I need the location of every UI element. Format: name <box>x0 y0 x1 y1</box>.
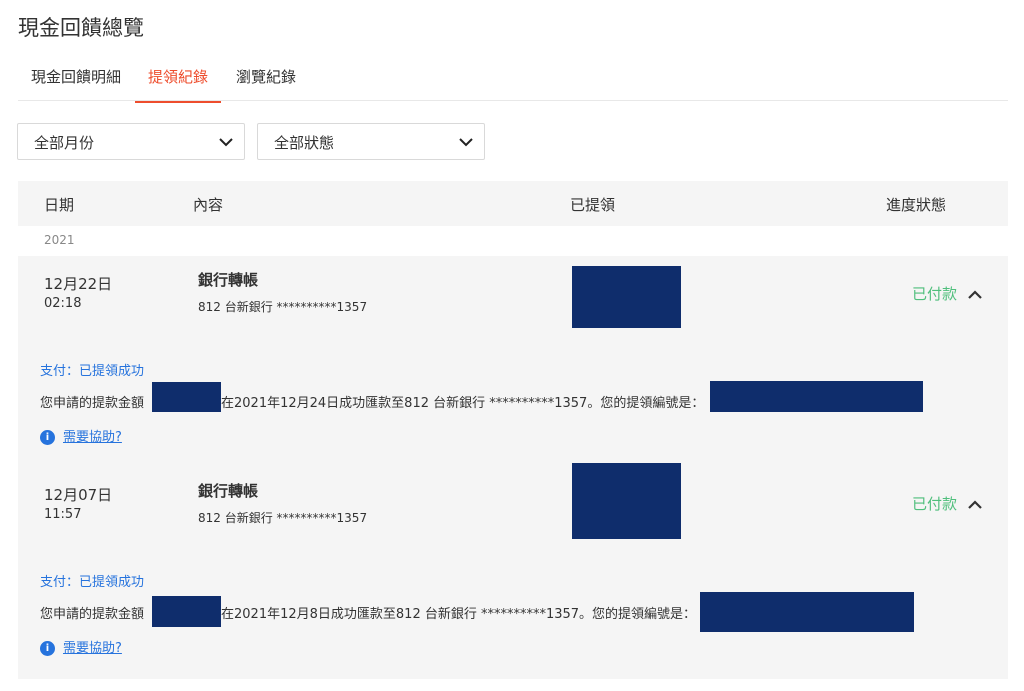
month-filter-select[interactable]: 全部月份 <box>17 123 245 160</box>
record-message-body: 在2021年12月8日成功匯款至812 台新銀行 **********1357。… <box>221 607 697 622</box>
record-status-toggle[interactable]: 已付款 <box>912 283 982 304</box>
withdrawal-record: 12月07日 11:57 銀行轉帳 812 台新銀行 **********135… <box>18 456 1008 679</box>
record-account: 812 台新銀行 **********1357 <box>198 511 368 525</box>
payment-status-label: 支付：已提領成功 <box>40 364 145 379</box>
help-link-label: 需要協助? <box>63 430 122 445</box>
record-status-toggle[interactable]: 已付款 <box>912 493 982 514</box>
help-link[interactable]: i 需要協助? <box>40 426 122 445</box>
withdrawal-record: 12月22日 02:18 銀行轉帳 812 台新銀行 **********135… <box>18 256 1008 456</box>
header-withdrawn: 已提領 <box>570 196 616 214</box>
tab-bar: 現金回饋明細 提領紀錄 瀏覽紀錄 <box>18 60 1008 103</box>
tab-cashback-details[interactable]: 現金回饋明細 <box>31 66 121 101</box>
record-message-body: 在2021年12月24日成功匯款至812 台新銀行 **********1357… <box>221 396 705 411</box>
header-progress-status: 進度狀態 <box>886 196 947 214</box>
redacted-amount <box>572 266 681 328</box>
record-title: 銀行轉帳 <box>198 482 259 500</box>
help-link-label: 需要協助? <box>63 641 122 656</box>
redacted-withdrawal-id <box>710 381 923 412</box>
record-date: 12月07日 <box>44 486 113 504</box>
tab-withdrawal-records[interactable]: 提領紀錄 <box>135 66 222 103</box>
status-filter-value: 全部狀態 <box>274 134 335 152</box>
record-message-prefix: 您申請的提款金額 <box>40 396 145 411</box>
record-time: 02:18 <box>44 296 82 311</box>
record-account: 812 台新銀行 **********1357 <box>198 300 368 314</box>
record-date: 12月22日 <box>44 275 113 293</box>
page-title: 現金回饋總覽 <box>18 16 144 40</box>
chevron-down-icon <box>459 138 473 147</box>
redacted-amount-inline <box>152 596 221 627</box>
header-content: 內容 <box>193 196 224 214</box>
info-icon: i <box>40 430 55 445</box>
year-label: 2021 <box>44 233 75 247</box>
header-date: 日期 <box>44 196 75 214</box>
record-time: 11:57 <box>44 507 82 522</box>
table-header: 日期 內容 已提領 進度狀態 <box>18 181 1008 226</box>
payment-status-label: 支付：已提領成功 <box>40 575 145 590</box>
chevron-down-icon <box>219 138 233 147</box>
status-label: 已付款 <box>912 285 958 303</box>
help-link[interactable]: i 需要協助? <box>40 637 122 656</box>
chevron-up-icon <box>968 499 982 509</box>
chevron-up-icon <box>968 289 982 299</box>
redacted-amount <box>572 463 681 539</box>
tab-browse-records[interactable]: 瀏覽紀錄 <box>236 66 296 101</box>
redacted-amount-inline <box>152 382 221 412</box>
status-label: 已付款 <box>912 495 958 513</box>
redacted-withdrawal-id <box>700 592 914 632</box>
record-title: 銀行轉帳 <box>198 271 259 289</box>
info-icon: i <box>40 641 55 656</box>
record-message-prefix: 您申請的提款金額 <box>40 607 145 622</box>
status-filter-select[interactable]: 全部狀態 <box>257 123 485 160</box>
month-filter-value: 全部月份 <box>34 134 95 152</box>
